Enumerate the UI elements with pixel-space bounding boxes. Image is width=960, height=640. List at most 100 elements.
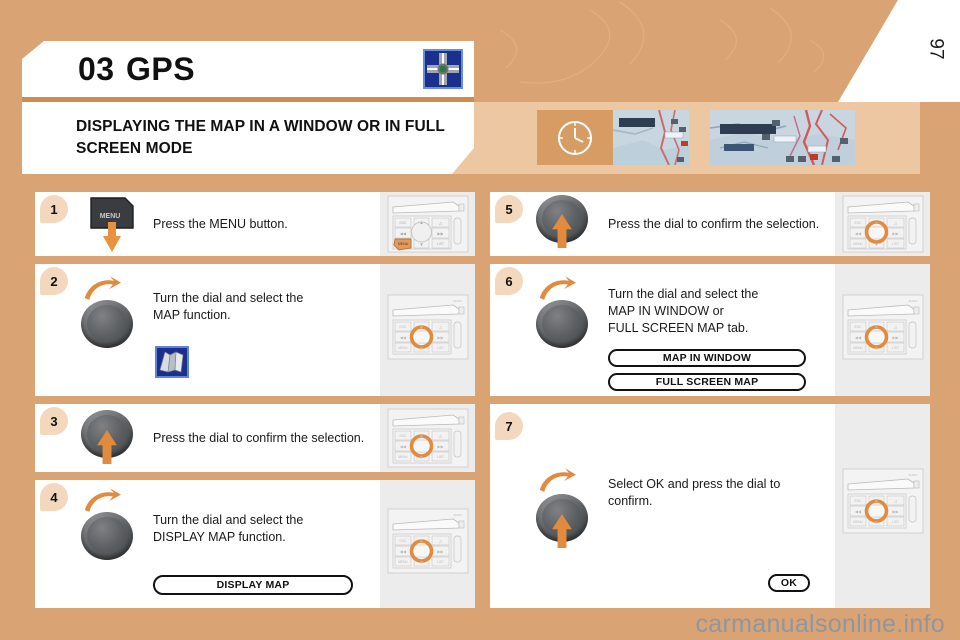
svg-text:LIST: LIST xyxy=(437,242,444,246)
step-number-badge: 7 xyxy=(495,412,523,440)
full-screen-map-thumbnail xyxy=(710,110,855,165)
svg-text:◀◀: ◀◀ xyxy=(400,335,407,340)
step-number-badge: 5 xyxy=(495,195,523,223)
svg-text:▶▶: ▶▶ xyxy=(437,549,444,554)
chapter-title-underline xyxy=(22,97,474,102)
press-arrow-icon xyxy=(552,214,572,248)
map-function-icon xyxy=(155,346,189,378)
svg-text:▼: ▼ xyxy=(419,560,423,565)
full-screen-map-button[interactable]: FULL SCREEN MAP xyxy=(608,373,806,391)
svg-text:MENU: MENU xyxy=(100,213,121,220)
clock-icon xyxy=(537,110,613,165)
display-map-button[interactable]: DISPLAY MAP xyxy=(153,575,353,595)
step-panel-7: 7 Select OK and press the dial to confir… xyxy=(490,404,930,608)
menu-button-icon: MENU xyxy=(85,194,137,252)
step-panel-3: 3 Press the dial to confirm the selectio… xyxy=(35,404,475,472)
step-panel-2: 2 Turn the dial and select the MAP funct… xyxy=(35,264,475,396)
map-in-window-button[interactable]: MAP IN WINDOW xyxy=(608,349,806,367)
svg-text:▲: ▲ xyxy=(419,538,423,543)
svg-text:ESC: ESC xyxy=(400,434,408,438)
turn-arrow-icon xyxy=(84,488,121,512)
step-6-text: Turn the dial and select the MAP IN WIND… xyxy=(608,287,759,335)
svg-text:◀◀: ◀◀ xyxy=(400,444,407,449)
ok-button[interactable]: OK xyxy=(768,574,810,592)
svg-text:▶▶: ▶▶ xyxy=(892,231,899,236)
svg-text:ESC: ESC xyxy=(400,539,408,543)
press-arrow-icon xyxy=(552,514,572,548)
radio-panel-illustration-1: MENU ESC ▲ ♫ ◀◀ ▶▶ ▼ LIST xyxy=(387,195,469,253)
svg-text:MENU: MENU xyxy=(853,520,863,524)
press-arrow-icon xyxy=(97,430,117,464)
svg-text:♫: ♫ xyxy=(439,221,443,227)
radio-panel-illustration-3: ESC ▲ ♫ ◀◀ ▶▶ MENU ▼ LIST xyxy=(387,408,469,468)
rotary-dial-icon xyxy=(81,512,133,560)
svg-text:AUDIO: AUDIO xyxy=(454,299,464,303)
svg-text:♫: ♫ xyxy=(439,539,443,545)
svg-text:▲: ▲ xyxy=(874,220,878,225)
svg-text:MENU: MENU xyxy=(853,242,863,246)
crossroads-icon xyxy=(423,49,463,89)
svg-text:▶▶: ▶▶ xyxy=(437,231,444,236)
svg-text:LIST: LIST xyxy=(437,560,444,564)
svg-text:♫: ♫ xyxy=(439,434,443,440)
turn-arrow-icon xyxy=(84,276,121,300)
svg-text:▲: ▲ xyxy=(874,324,878,329)
step-number-badge: 1 xyxy=(40,195,68,223)
page-number: 97 xyxy=(925,38,947,60)
svg-text:▼: ▼ xyxy=(874,346,878,351)
svg-text:LIST: LIST xyxy=(892,242,899,246)
svg-text:♫: ♫ xyxy=(894,499,898,505)
svg-text:AUDIO: AUDIO xyxy=(909,473,919,477)
svg-text:MENU: MENU xyxy=(398,455,408,459)
step-number-badge: 3 xyxy=(40,407,68,435)
step-7-text: Select OK and press the dial to confirm. xyxy=(608,477,781,508)
svg-text:▶▶: ▶▶ xyxy=(437,444,444,449)
step-2-text: Turn the dial and select the MAP functio… xyxy=(153,291,304,322)
step-5-text: Press the dial to confirm the selection. xyxy=(608,217,820,231)
svg-text:AUDIO: AUDIO xyxy=(909,299,919,303)
svg-text:▲: ▲ xyxy=(419,324,423,329)
turn-arrow-icon xyxy=(539,276,576,300)
svg-text:◀◀: ◀◀ xyxy=(855,335,862,340)
svg-text:▲: ▲ xyxy=(419,220,423,225)
step-1-text: Press the MENU button. xyxy=(153,217,288,231)
svg-text:LIST: LIST xyxy=(892,520,899,524)
svg-text:♫: ♫ xyxy=(439,325,443,331)
svg-text:♫: ♫ xyxy=(894,221,898,227)
svg-text:♫: ♫ xyxy=(894,325,898,331)
radio-panel-illustration-5: ESC ▲ ♫ ◀◀ ▶▶ MENU ▼ LIST xyxy=(842,195,924,253)
step-panel-4: 4 Turn the dial and select the DISPLAY M… xyxy=(35,480,475,608)
svg-text:MENU: MENU xyxy=(853,346,863,350)
map-window-preview xyxy=(613,110,689,165)
step-panel-6: 6 Turn the dial and select the MAP IN WI… xyxy=(490,264,930,396)
svg-text:LIST: LIST xyxy=(892,346,899,350)
step-number-badge: 4 xyxy=(40,483,68,511)
radio-panel-illustration-7: AUDIO ESC ▲ ♫ ◀◀ ▶▶ MENU ▼ LIST xyxy=(842,468,924,534)
svg-text:▲: ▲ xyxy=(419,433,423,438)
rotary-dial-icon xyxy=(536,300,588,348)
page-title: DISPLAYING THE MAP IN A WINDOW OR IN FUL… xyxy=(76,118,445,157)
svg-text:MENU: MENU xyxy=(398,242,409,246)
map-in-window-thumbnail xyxy=(537,110,689,165)
turn-arrow-icon xyxy=(539,468,576,492)
step-panel-5: 5 Press the dial to confirm the selectio… xyxy=(490,192,930,256)
svg-text:▶▶: ▶▶ xyxy=(437,335,444,340)
svg-text:ESC: ESC xyxy=(855,325,863,329)
step-3-text: Press the dial to confirm the selection. xyxy=(153,431,365,445)
svg-text:ESC: ESC xyxy=(400,221,408,225)
radio-panel-illustration-6: AUDIO ESC ▲ ♫ ◀◀ ▶▶ MENU ▼ LIST xyxy=(842,294,924,360)
svg-text:LIST: LIST xyxy=(437,455,444,459)
svg-text:ESC: ESC xyxy=(400,325,408,329)
svg-text:MENU: MENU xyxy=(398,346,408,350)
rotary-dial-icon xyxy=(81,300,133,348)
chapter-number: 03 xyxy=(78,51,115,87)
svg-text:◀◀: ◀◀ xyxy=(855,509,862,514)
svg-text:LIST: LIST xyxy=(437,346,444,350)
svg-text:▲: ▲ xyxy=(874,498,878,503)
svg-text:◀◀: ◀◀ xyxy=(855,231,862,236)
svg-text:◀◀: ◀◀ xyxy=(400,231,407,236)
site-watermark: carmanualsonline.info xyxy=(695,610,945,638)
radio-panel-illustration-4: AUDIO ESC ▲ ♫ ◀◀ ▶▶ MENU ▼ LIST xyxy=(387,508,469,574)
svg-text:▼: ▼ xyxy=(419,242,423,247)
svg-text:ESC: ESC xyxy=(855,499,863,503)
